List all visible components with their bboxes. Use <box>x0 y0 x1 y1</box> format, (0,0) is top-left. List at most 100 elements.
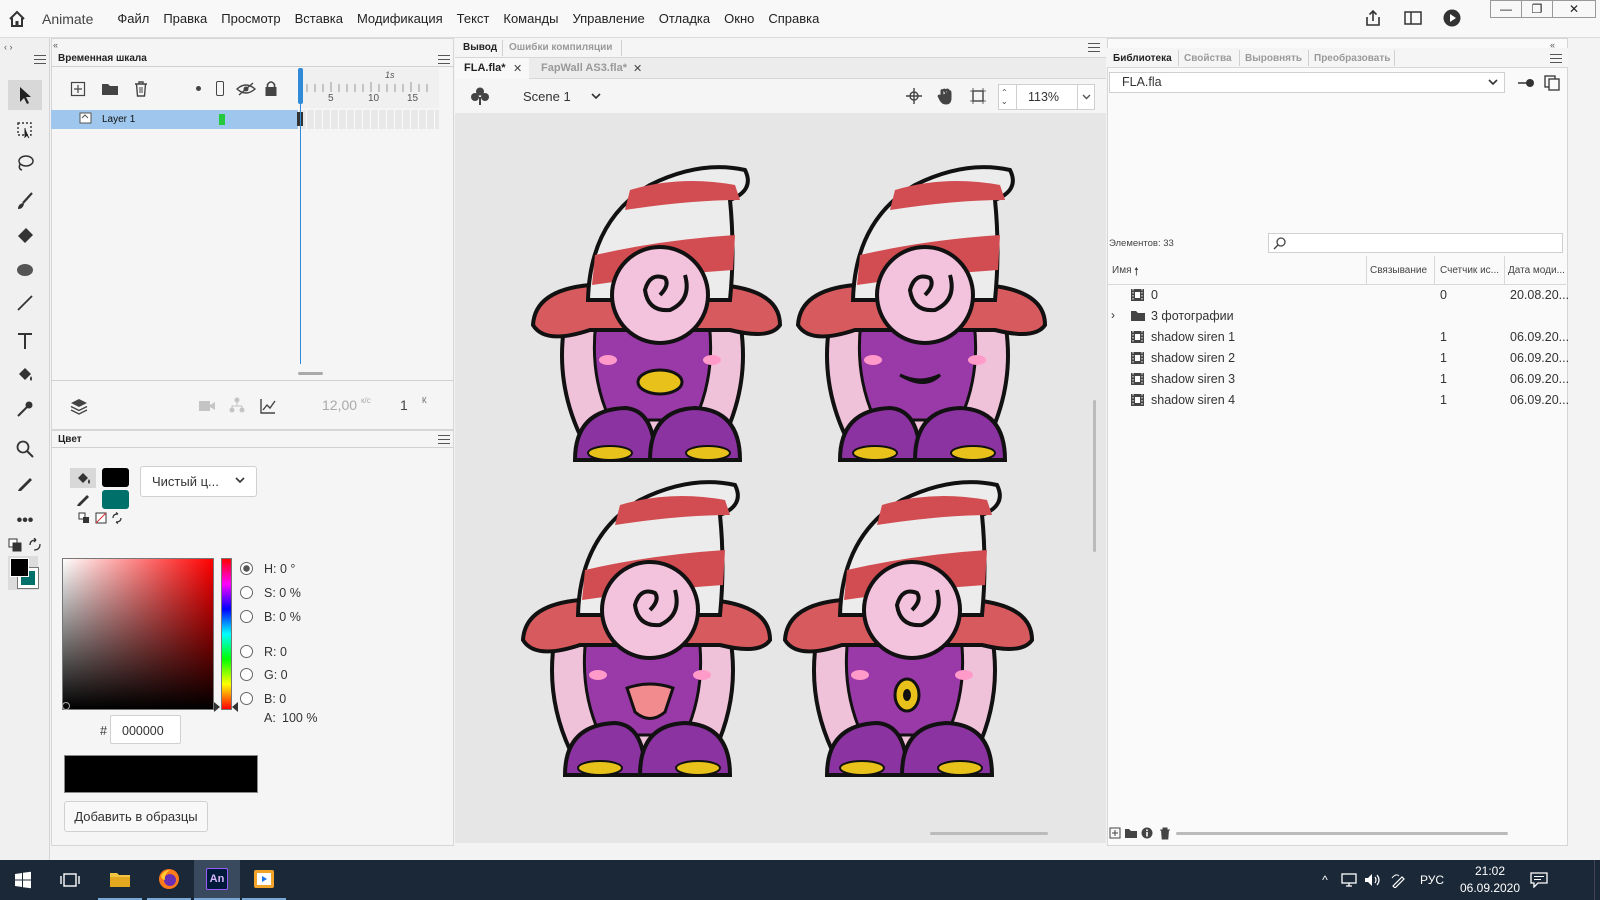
test-movie-icon[interactable] <box>1443 9 1461 30</box>
color-menu-icon[interactable] <box>438 435 450 444</box>
hue-slider[interactable] <box>221 558 232 710</box>
col-linkage[interactable]: Связывание <box>1370 265 1427 276</box>
more-tools-icon[interactable]: ••• <box>8 506 42 536</box>
menu-debug[interactable]: Отладка <box>659 11 710 26</box>
clock-time[interactable]: 21:02 <box>1456 864 1524 878</box>
col-date-modified[interactable]: Дата моди... <box>1508 265 1565 276</box>
library-document-select[interactable] <box>1109 72 1505 93</box>
panel-expand-icon[interactable]: « <box>1550 40 1555 50</box>
restore-button[interactable]: ❐ <box>1521 0 1553 18</box>
zoom-tool-icon[interactable] <box>8 434 42 464</box>
compiler-errors-tab[interactable]: Ошибки компиляции <box>509 42 612 53</box>
lock-layer-icon[interactable] <box>264 80 278 100</box>
library-item[interactable]: shadow siren 2 1 06.09.20... <box>1108 348 1569 369</box>
fill-swatch[interactable] <box>102 490 129 509</box>
pencil-tool-icon[interactable] <box>8 468 42 498</box>
free-transform-tool-icon[interactable] <box>8 114 42 144</box>
tools-menu-icon[interactable] <box>34 55 46 64</box>
graph-icon[interactable] <box>260 398 276 417</box>
new-library-icon[interactable] <box>1544 75 1560 94</box>
b-radio[interactable] <box>240 610 253 623</box>
notifications-icon[interactable] <box>1524 860 1554 900</box>
timeline-hscroll[interactable] <box>298 372 323 375</box>
playhead[interactable] <box>298 68 303 104</box>
eraser-tool-icon[interactable] <box>8 220 42 250</box>
scene-label[interactable]: Scene 1 <box>523 89 571 104</box>
no-color-icon[interactable] <box>95 512 107 527</box>
layers-icon[interactable] <box>70 397 88 418</box>
menu-file[interactable]: Файл <box>117 11 149 26</box>
clock-date[interactable]: 06.09.2020 <box>1456 881 1524 895</box>
chevron-down-icon[interactable] <box>590 90 602 105</box>
delete-layer-icon[interactable] <box>133 80 149 100</box>
highlight-layer-icon[interactable] <box>196 86 201 91</box>
close-icon[interactable]: ✕ <box>513 62 522 75</box>
h-radio[interactable] <box>240 562 253 575</box>
new-layer-icon[interactable] <box>70 81 86 100</box>
color-tab[interactable]: Цвет <box>58 434 82 445</box>
alpha-value[interactable]: 100 % <box>282 711 317 725</box>
camera-icon[interactable] <box>198 399 216 416</box>
library-folder[interactable]: › 3 фотографии <box>1108 306 1566 327</box>
menu-insert[interactable]: Вставка <box>295 11 343 26</box>
minimize-button[interactable]: — <box>1490 0 1522 18</box>
output-menu-icon[interactable] <box>1088 43 1100 52</box>
library-search-input[interactable] <box>1268 233 1563 253</box>
share-icon[interactable] <box>1364 9 1382 30</box>
menu-text[interactable]: Текст <box>457 11 490 26</box>
timeline-tab[interactable]: Временная шкала <box>58 53 147 64</box>
menu-window[interactable]: Окно <box>724 11 754 26</box>
timeline-menu-icon[interactable] <box>438 55 450 64</box>
menu-modify[interactable]: Модификация <box>357 11 443 26</box>
output-tab[interactable]: Вывод <box>463 42 497 53</box>
color-field[interactable] <box>62 558 214 710</box>
new-folder-icon[interactable] <box>101 81 119 99</box>
add-to-swatches-button[interactable]: Добавить в образцы <box>64 801 208 832</box>
volume-icon[interactable] <box>1362 860 1384 900</box>
show-desktop-button[interactable] <box>1594 860 1600 900</box>
s-radio[interactable] <box>240 586 253 599</box>
library-menu-icon[interactable] <box>1550 54 1562 63</box>
layer-name[interactable]: Layer 1 <box>102 114 135 125</box>
stage-vscroll[interactable] <box>1093 400 1096 552</box>
library-item[interactable]: 0 0 20.08.20... <box>1108 285 1569 306</box>
stroke-pencil-icon[interactable] <box>75 490 93 509</box>
blue-radio[interactable] <box>240 692 253 705</box>
col-name[interactable]: Имя <box>1112 265 1131 276</box>
edit-symbol-icon[interactable] <box>470 86 490 109</box>
media-player-icon[interactable] <box>242 860 286 900</box>
clip-content-icon[interactable] <box>970 88 986 107</box>
r-radio[interactable] <box>240 645 253 658</box>
frame-row[interactable] <box>299 110 439 129</box>
properties-icon[interactable] <box>1141 827 1153 842</box>
new-folder-icon[interactable] <box>1124 827 1138 842</box>
transform-tab[interactable]: Преобразовать <box>1314 53 1390 64</box>
line-tool-icon[interactable] <box>8 288 42 318</box>
stroke-color-swatch[interactable] <box>10 558 29 577</box>
rotate-stage-icon[interactable] <box>936 86 956 109</box>
panel-collapse-icon[interactable]: « <box>53 40 58 50</box>
black-white-icon[interactable] <box>78 512 90 527</box>
home-icon[interactable] <box>0 0 34 38</box>
stroke-swatch[interactable] <box>102 468 129 487</box>
language-indicator[interactable]: РУС <box>1414 860 1450 900</box>
menu-help[interactable]: Справка <box>768 11 819 26</box>
trash-icon[interactable] <box>1159 827 1171 843</box>
stage-hscroll[interactable] <box>930 832 1048 835</box>
animate-taskbar-button[interactable]: An <box>194 860 240 900</box>
sort-up-icon[interactable]: 🠕 <box>1134 263 1139 282</box>
lasso-tool-icon[interactable] <box>8 148 42 178</box>
doc-tab-2-label[interactable]: FapWall AS3.fla* <box>541 62 627 74</box>
snap-icon[interactable] <box>905 87 923 108</box>
close-icon[interactable]: ✕ <box>633 62 642 75</box>
g-radio[interactable] <box>240 668 253 681</box>
library-item[interactable]: shadow siren 1 1 06.09.20... <box>1108 327 1569 348</box>
parenting-icon[interactable] <box>229 397 245 416</box>
pen-icon[interactable] <box>1388 860 1410 900</box>
oval-tool-icon[interactable] <box>8 254 42 284</box>
fps-value[interactable]: 12,00 <box>322 397 357 413</box>
close-button[interactable]: ✕ <box>1552 0 1596 18</box>
library-item[interactable]: shadow siren 3 1 06.09.20... <box>1108 369 1569 390</box>
menu-commands[interactable]: Команды <box>503 11 558 26</box>
menu-view[interactable]: Просмотр <box>221 11 280 26</box>
